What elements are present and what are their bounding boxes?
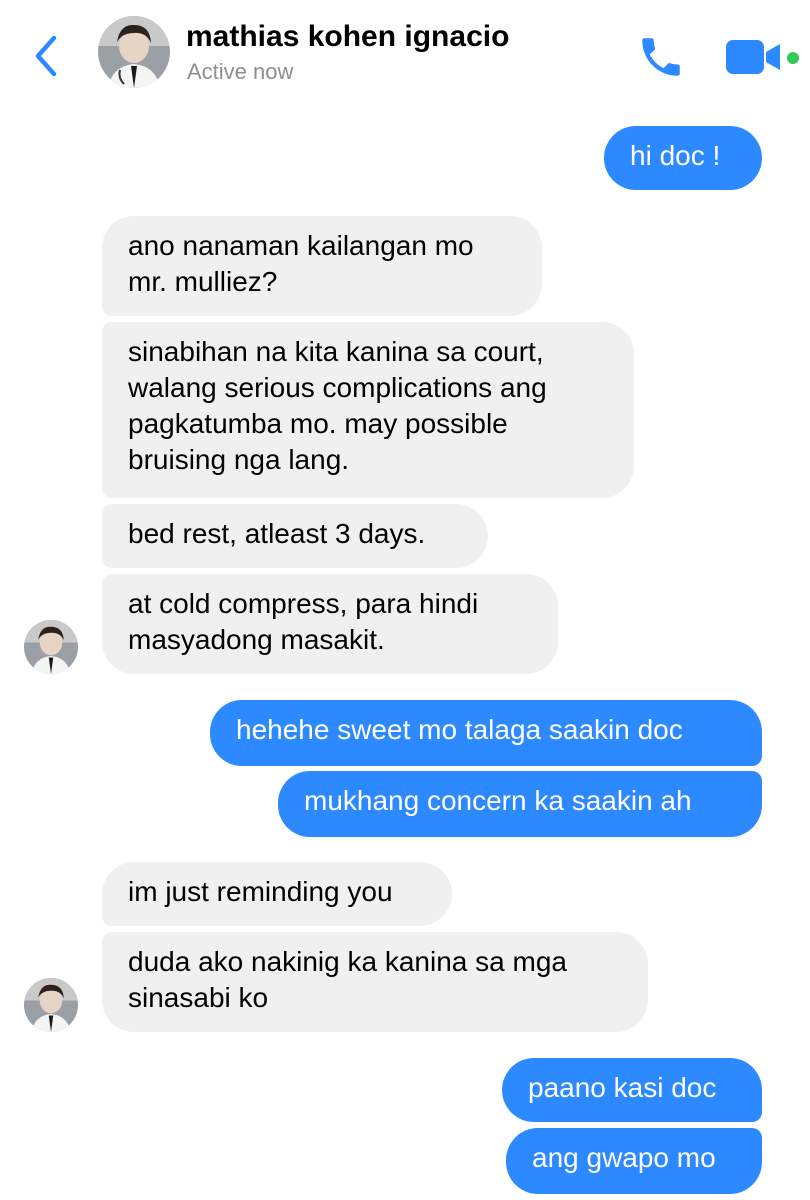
contact-avatar[interactable] [98,16,170,88]
phone-icon [642,38,680,76]
message-bubble-sent[interactable]: hi doc ! [604,126,762,190]
video-camera-icon [726,40,799,74]
message-bubble-sent[interactable]: mukhang concern ka saakin ah [278,771,762,837]
message-bubble-sent[interactable]: paano kasi doc [502,1058,762,1122]
active-dot [787,52,799,64]
message-bubble-received[interactable]: bed rest, atleast 3 days. [102,504,488,568]
message-bubble-received[interactable]: im just reminding you [102,862,452,926]
contact-name[interactable]: mathias kohen ignacio [186,20,509,54]
contact-avatar-small [24,620,78,674]
chevron-left-icon [35,35,57,77]
call-button[interactable] [636,32,686,82]
message-bubble-sent[interactable]: hehehe sweet mo talaga saakin doc [210,700,762,766]
video-call-button[interactable] [722,38,806,78]
chat-header: mathias kohen ignacio Active now [0,0,810,110]
message-bubble-received[interactable]: sinabihan na kita kanina sa court, walan… [102,322,634,498]
message-bubble-received[interactable]: at cold compress, para hindi masyadong m… [102,574,558,674]
status-text: Active now [187,59,294,84]
contact-avatar-small [24,978,78,1032]
message-bubble-received[interactable]: duda ako nakinig ka kanina sa mga sinasa… [102,932,648,1032]
message-bubble-sent[interactable]: ang gwapo mo [506,1128,762,1194]
back-button[interactable] [28,32,68,80]
message-bubble-received[interactable]: ano nanaman kailangan mo mr. mulliez? [102,216,542,316]
